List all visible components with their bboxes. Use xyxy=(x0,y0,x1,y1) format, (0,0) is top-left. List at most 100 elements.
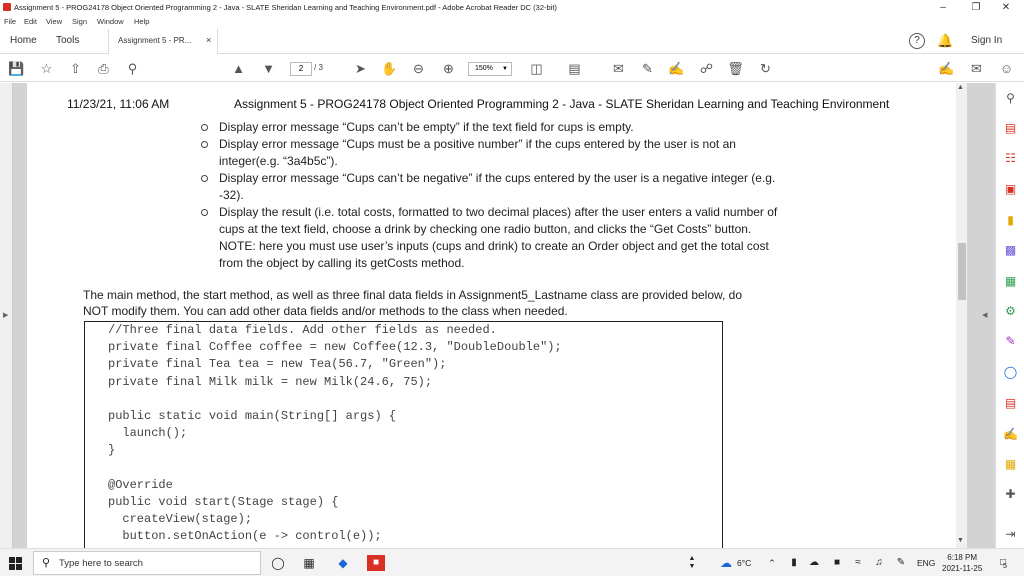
menu-file[interactable]: File xyxy=(4,17,16,26)
tab-bar: Home Tools Assignment 5 - PR... × ? 🔔 Si… xyxy=(0,29,1024,54)
page-header-title: Assignment 5 - PROG24178 Object Oriented… xyxy=(234,97,890,111)
left-panel-toggle[interactable]: ▶ xyxy=(0,83,13,548)
menu-edit[interactable]: Edit xyxy=(24,17,37,26)
show-hidden-icons[interactable]: ⌃ xyxy=(763,555,781,571)
zoom-level-select[interactable]: 150% ▼ xyxy=(468,62,512,76)
page-number-input[interactable]: 2 xyxy=(290,62,312,76)
excel-export-icon[interactable]: ▦ xyxy=(1003,274,1018,289)
tab-document[interactable]: Assignment 5 - PR... × xyxy=(108,29,218,54)
window-title: Assignment 5 - PROG24178 Object Oriented… xyxy=(14,3,557,12)
share-user-icon[interactable]: ☺ xyxy=(998,60,1015,77)
edit-pdf-icon[interactable]: ▤ xyxy=(1003,396,1018,411)
send-for-review-icon[interactable]: ▩ xyxy=(1003,243,1018,258)
pen-icon[interactable]: ✎ xyxy=(892,555,910,571)
clock[interactable]: 6:18 PM 2021-11-25 xyxy=(942,552,982,574)
tab-tools[interactable]: Tools xyxy=(56,35,79,46)
close-button[interactable]: ✕ xyxy=(991,0,1021,15)
tab-home[interactable]: Home xyxy=(10,35,37,46)
title-bar: Assignment 5 - PROG24178 Object Oriented… xyxy=(0,0,1024,15)
draw-icon[interactable]: ✍ xyxy=(668,60,685,77)
list-item: Display error message “Cups can’t be emp… xyxy=(199,119,779,136)
right-gutter: ◀ xyxy=(967,83,995,548)
comment-icon[interactable]: ✉ xyxy=(610,60,627,77)
chevron-down-icon: ▼ xyxy=(502,66,508,72)
organize-pages-icon[interactable]: ☷ xyxy=(1003,151,1018,166)
page-total: / 3 xyxy=(314,63,323,72)
fill-and-sign-icon[interactable]: ✎ xyxy=(1003,334,1018,349)
scrollbar-thumb[interactable] xyxy=(958,243,966,300)
clock-time: 6:18 PM xyxy=(947,553,978,562)
onedrive-icon[interactable]: ☁ xyxy=(805,555,823,571)
upload-icon[interactable]: ⇧ xyxy=(67,60,84,77)
clock-date: 2021-11-25 xyxy=(942,564,983,573)
protect-shield-icon[interactable]: ◯ xyxy=(1003,365,1018,380)
comment-tool-icon[interactable]: ▮ xyxy=(1003,213,1018,228)
zoom-in-icon[interactable]: ⊕ xyxy=(440,60,457,77)
expand-left-icon[interactable]: ▶ xyxy=(3,311,8,319)
scroll-down-icon[interactable]: ▼ xyxy=(957,537,964,544)
fill-sign-icon[interactable]: ✍ xyxy=(938,60,955,77)
select-tool-icon[interactable]: ➤ xyxy=(352,60,369,77)
wifi-icon[interactable]: ≈ xyxy=(849,555,867,571)
code-text: //Three final data fields. Add other fie… xyxy=(108,323,562,548)
maximize-button[interactable]: ❐ xyxy=(961,0,991,15)
previous-page-icon[interactable]: ▲ xyxy=(230,60,247,77)
close-tab-icon[interactable]: × xyxy=(206,35,211,45)
save-icon[interactable]: 💾 xyxy=(8,60,25,77)
weather-temp[interactable]: 6°C xyxy=(737,558,751,568)
zoom-out-icon[interactable]: ⊖ xyxy=(410,60,427,77)
list-item: Display the result (i.e. total costs, fo… xyxy=(199,204,779,272)
acrobat-taskbar-icon[interactable]: ■ xyxy=(367,555,385,571)
stamp-icon[interactable]: ☍ xyxy=(698,60,715,77)
taskbar-scroll-icon[interactable]: ▲ ▼ xyxy=(683,555,701,571)
zoom-level-value: 150% xyxy=(475,65,493,72)
search-placeholder: Type here to search xyxy=(59,558,143,569)
task-view-icon[interactable]: ▦ xyxy=(300,555,318,571)
volume-icon[interactable]: ♫ xyxy=(870,555,888,571)
email-icon[interactable]: ✉ xyxy=(968,60,985,77)
export-pdf-icon[interactable]: ▣ xyxy=(1003,182,1018,197)
create-pdf-icon[interactable]: ▤ xyxy=(1003,121,1018,136)
windows-start-icon[interactable] xyxy=(9,557,22,570)
vertical-scrollbar[interactable]: ▲ ▼ xyxy=(956,83,967,548)
menu-window[interactable]: Window xyxy=(97,17,124,26)
menu-view[interactable]: View xyxy=(46,17,62,26)
cortana-icon[interactable]: ◯ xyxy=(269,555,287,571)
stamp-tool-icon[interactable]: ▦ xyxy=(1003,457,1018,472)
app-icon[interactable]: ◆ xyxy=(334,555,352,571)
next-page-icon[interactable]: ▼ xyxy=(260,60,277,77)
compress-icon[interactable]: ⚙ xyxy=(1003,304,1018,319)
bookmark-star-icon[interactable]: ☆ xyxy=(38,60,55,77)
tab-document-label: Assignment 5 - PR... xyxy=(118,36,192,45)
fit-page-icon[interactable]: ◫ xyxy=(528,60,545,77)
code-block: //Three final data fields. Add other fie… xyxy=(84,321,723,548)
sign-in-button[interactable]: Sign In xyxy=(971,35,1002,46)
hand-tool-icon[interactable]: ✋ xyxy=(381,60,398,77)
menu-sign[interactable]: Sign xyxy=(72,17,87,26)
scroll-up-icon[interactable]: ▲ xyxy=(957,84,964,91)
device-icon[interactable]: ■ xyxy=(828,555,846,571)
delete-icon[interactable]: 🗑 xyxy=(727,60,744,77)
battery-icon[interactable]: ▮ xyxy=(785,555,803,571)
rotate-icon[interactable]: ↻ xyxy=(757,60,774,77)
acrobat-logo-icon xyxy=(3,3,11,11)
minimize-button[interactable]: – xyxy=(928,0,958,15)
scroll-mode-icon[interactable]: ▤ xyxy=(566,60,583,77)
document-viewport[interactable]: ▶ 11/23/21, 11:06 AM Assignment 5 - PROG… xyxy=(0,83,995,548)
more-tools-icon[interactable]: ✚ xyxy=(1003,487,1018,502)
highlight-pen-icon[interactable]: ✎ xyxy=(639,60,656,77)
sign-pen-icon[interactable]: ✍ xyxy=(1003,427,1018,442)
collapse-right-icon[interactable]: ◀ xyxy=(982,311,987,319)
collapse-pane-icon[interactable]: ⇥ xyxy=(1003,527,1018,542)
zoom-search-icon[interactable]: ⚲ xyxy=(1003,91,1018,106)
bell-icon[interactable]: 🔔 xyxy=(937,34,953,48)
help-icon[interactable]: ? xyxy=(909,33,925,49)
instructions-paragraph: The main method, the start method, as we… xyxy=(83,288,743,318)
menu-help[interactable]: Help xyxy=(134,17,149,26)
taskbar-search-box[interactable]: ⚲ Type here to search xyxy=(33,551,261,575)
language-indicator[interactable]: ENG xyxy=(917,558,935,568)
pdf-page: 11/23/21, 11:06 AM Assignment 5 - PROG24… xyxy=(27,83,956,548)
list-item: Display error message “Cups must be a po… xyxy=(199,136,779,170)
print-icon[interactable]: ⎙ xyxy=(95,60,112,77)
find-icon[interactable]: ⚲ xyxy=(124,60,141,77)
